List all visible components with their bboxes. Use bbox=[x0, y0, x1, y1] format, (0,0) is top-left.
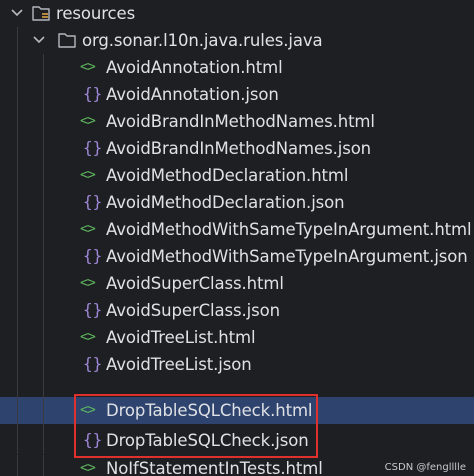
indent-guide bbox=[17, 270, 18, 297]
indent-guide bbox=[43, 81, 44, 108]
tree-row-file[interactable]: {} DropTableSQLCheck.json bbox=[0, 427, 474, 454]
indent-guide bbox=[17, 243, 18, 270]
indent-guide bbox=[43, 108, 44, 135]
chevron-down-icon[interactable] bbox=[30, 31, 48, 49]
indent-guide bbox=[17, 427, 18, 454]
tree-row-file[interactable]: {} AvoidMethodDeclaration.json bbox=[0, 189, 474, 216]
indent-guide bbox=[17, 189, 18, 216]
tree-row-file-selected[interactable]: <> DropTableSQLCheck.html bbox=[0, 397, 474, 424]
tree-row-label: NoIfStatementInTests.html bbox=[106, 459, 323, 476]
html-file-icon: <> bbox=[80, 221, 96, 237]
indent-guide bbox=[43, 135, 44, 162]
indent-guide bbox=[17, 27, 18, 54]
indent-guide bbox=[17, 108, 18, 135]
tree-row-file[interactable]: <> AvoidMethodWithSameTypeInArgument.htm… bbox=[0, 216, 474, 243]
json-file-icon: {} bbox=[83, 430, 103, 449]
indent-guide bbox=[43, 189, 44, 216]
tree-row-label: AvoidMethodDeclaration.json bbox=[106, 193, 345, 212]
indent-guide bbox=[17, 81, 18, 108]
tree-row-file[interactable]: <> AvoidBrandInMethodNames.html bbox=[0, 108, 474, 135]
tree-row-label: AvoidAnnotation.html bbox=[106, 58, 283, 77]
tree-row-file[interactable]: {} AvoidAnnotation.json bbox=[0, 81, 474, 108]
tree-row-label: DropTableSQLCheck.html bbox=[106, 401, 313, 420]
tree-row-label: AvoidTreeList.html bbox=[106, 328, 256, 347]
indent-guide bbox=[43, 216, 44, 243]
indent-guide bbox=[17, 135, 18, 162]
json-file-icon: {} bbox=[83, 354, 103, 373]
json-file-icon: {} bbox=[83, 300, 103, 319]
json-file-icon: {} bbox=[83, 246, 103, 265]
indent-guide bbox=[43, 270, 44, 297]
tree-row-label: org.sonar.l10n.java.rules.java bbox=[82, 31, 323, 50]
tree-row-label: AvoidMethodWithSameTypeInArgument.html bbox=[106, 220, 472, 239]
json-file-icon: {} bbox=[83, 138, 103, 157]
indent-guide bbox=[43, 297, 44, 324]
resources-folder-icon bbox=[32, 6, 50, 21]
chevron-down-icon[interactable] bbox=[8, 4, 26, 22]
indent-guide bbox=[43, 54, 44, 81]
indent-guide bbox=[43, 427, 44, 454]
tree-row-package[interactable]: org.sonar.l10n.java.rules.java bbox=[0, 27, 474, 54]
indent-guide bbox=[17, 54, 18, 81]
html-file-icon: <> bbox=[80, 275, 96, 291]
indent-guide bbox=[17, 216, 18, 243]
tree-row-label: AvoidTreeList.json bbox=[106, 355, 252, 374]
indent-guide bbox=[17, 424, 18, 427]
tree-row-file[interactable]: {} AvoidBrandInMethodNames.json bbox=[0, 135, 474, 162]
tree-row-file[interactable]: <> AvoidTreeList.html bbox=[0, 324, 474, 351]
tree-row-file[interactable]: <> AvoidMethodDeclaration.html bbox=[0, 162, 474, 189]
html-file-icon: <> bbox=[80, 59, 96, 75]
tree-row-file[interactable]: <> AvoidSuperClass.html bbox=[0, 270, 474, 297]
watermark: CSDN @fenglllle bbox=[384, 462, 466, 473]
html-file-icon: <> bbox=[80, 402, 96, 418]
indent-guide bbox=[17, 297, 18, 324]
indent-guide bbox=[43, 351, 44, 378]
indent-guide bbox=[43, 397, 44, 424]
html-file-icon: <> bbox=[80, 113, 96, 129]
indent-guide bbox=[43, 324, 44, 351]
tree-row-label: AvoidMethodWithSameTypeInArgument.json bbox=[106, 247, 468, 266]
folder-icon bbox=[58, 33, 76, 48]
html-file-icon: <> bbox=[80, 329, 96, 345]
indent-guide bbox=[43, 378, 44, 397]
tree-row-file[interactable]: {} AvoidSuperClass.json bbox=[0, 297, 474, 324]
indent-guide bbox=[17, 162, 18, 189]
project-tree: resources org.sonar.l10n.java.rules.java… bbox=[0, 0, 474, 476]
indent-guide bbox=[43, 243, 44, 270]
tree-row-resources[interactable]: resources bbox=[0, 0, 474, 27]
tree-row-label: resources bbox=[56, 4, 136, 23]
html-file-icon: <> bbox=[80, 460, 96, 476]
indent-guide bbox=[17, 351, 18, 378]
html-file-icon: <> bbox=[80, 167, 96, 183]
indent-guide bbox=[17, 455, 18, 476]
tree-row-label: AvoidMethodDeclaration.html bbox=[106, 166, 349, 185]
indent-guide bbox=[17, 324, 18, 351]
indent-guide bbox=[43, 455, 44, 476]
tree-row-file[interactable]: {} AvoidTreeList.json bbox=[0, 351, 474, 378]
tree-row-file[interactable]: <> AvoidAnnotation.html bbox=[0, 54, 474, 81]
tree-row-label: DropTableSQLCheck.json bbox=[106, 431, 309, 450]
tree-row-label: AvoidSuperClass.html bbox=[106, 274, 284, 293]
indent-guide bbox=[17, 397, 18, 424]
tree-row-label: AvoidBrandInMethodNames.json bbox=[106, 139, 372, 158]
json-file-icon: {} bbox=[83, 192, 103, 211]
tree-row-label: AvoidAnnotation.json bbox=[106, 85, 279, 104]
indent-guide bbox=[43, 162, 44, 189]
indent-guide bbox=[17, 378, 18, 397]
json-file-icon: {} bbox=[83, 84, 103, 103]
tree-row-file[interactable]: {} AvoidMethodWithSameTypeInArgument.jso… bbox=[0, 243, 474, 270]
tree-row-label: AvoidSuperClass.json bbox=[106, 301, 280, 320]
indent-guide bbox=[43, 424, 44, 427]
tree-row-label: AvoidBrandInMethodNames.html bbox=[106, 112, 375, 131]
